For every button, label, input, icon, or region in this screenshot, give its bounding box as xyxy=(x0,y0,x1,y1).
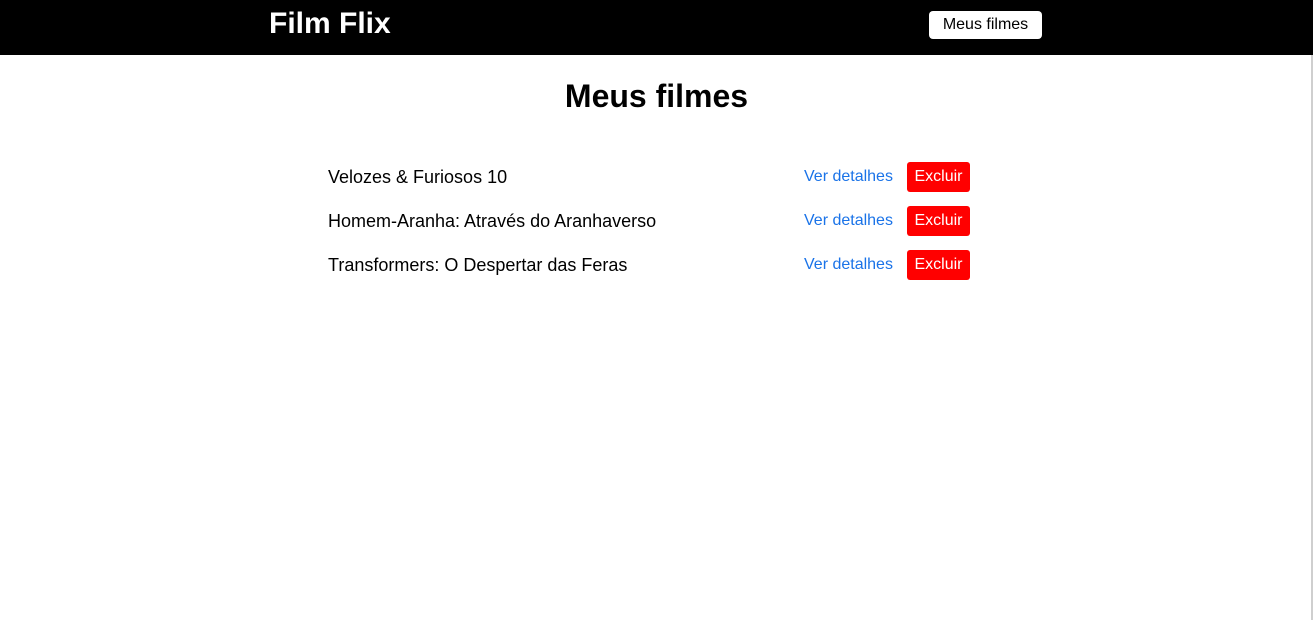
view-details-link[interactable]: Ver detalhes xyxy=(804,206,893,236)
page: Film Flix Meus filmes Meus filmes Veloze… xyxy=(0,0,1313,620)
movie-list: Velozes & Furiosos 10 Ver detalhes Exclu… xyxy=(328,162,970,294)
brand-logo[interactable]: Film Flix xyxy=(269,5,391,43)
movie-title: Homem-Aranha: Através do Aranhaverso xyxy=(328,211,657,231)
view-details-link[interactable]: Ver detalhes xyxy=(804,162,893,192)
delete-button[interactable]: Excluir xyxy=(907,206,970,236)
view-details-link[interactable]: Ver detalhes xyxy=(804,250,893,280)
delete-button[interactable]: Excluir xyxy=(907,162,970,192)
my-movies-button[interactable]: Meus filmes xyxy=(929,11,1042,39)
page-title: Meus filmes xyxy=(564,78,749,114)
movie-list-item: Homem-Aranha: Através do Aranhaverso Ver… xyxy=(328,206,970,236)
movie-list-item: Transformers: O Despertar das Feras Ver … xyxy=(328,250,970,280)
movie-list-item: Velozes & Furiosos 10 Ver detalhes Exclu… xyxy=(328,162,970,192)
site-header: Film Flix Meus filmes xyxy=(0,0,1313,55)
movie-title: Velozes & Furiosos 10 xyxy=(328,167,508,187)
movie-title: Transformers: O Despertar das Feras xyxy=(328,255,628,275)
delete-button[interactable]: Excluir xyxy=(907,250,970,280)
